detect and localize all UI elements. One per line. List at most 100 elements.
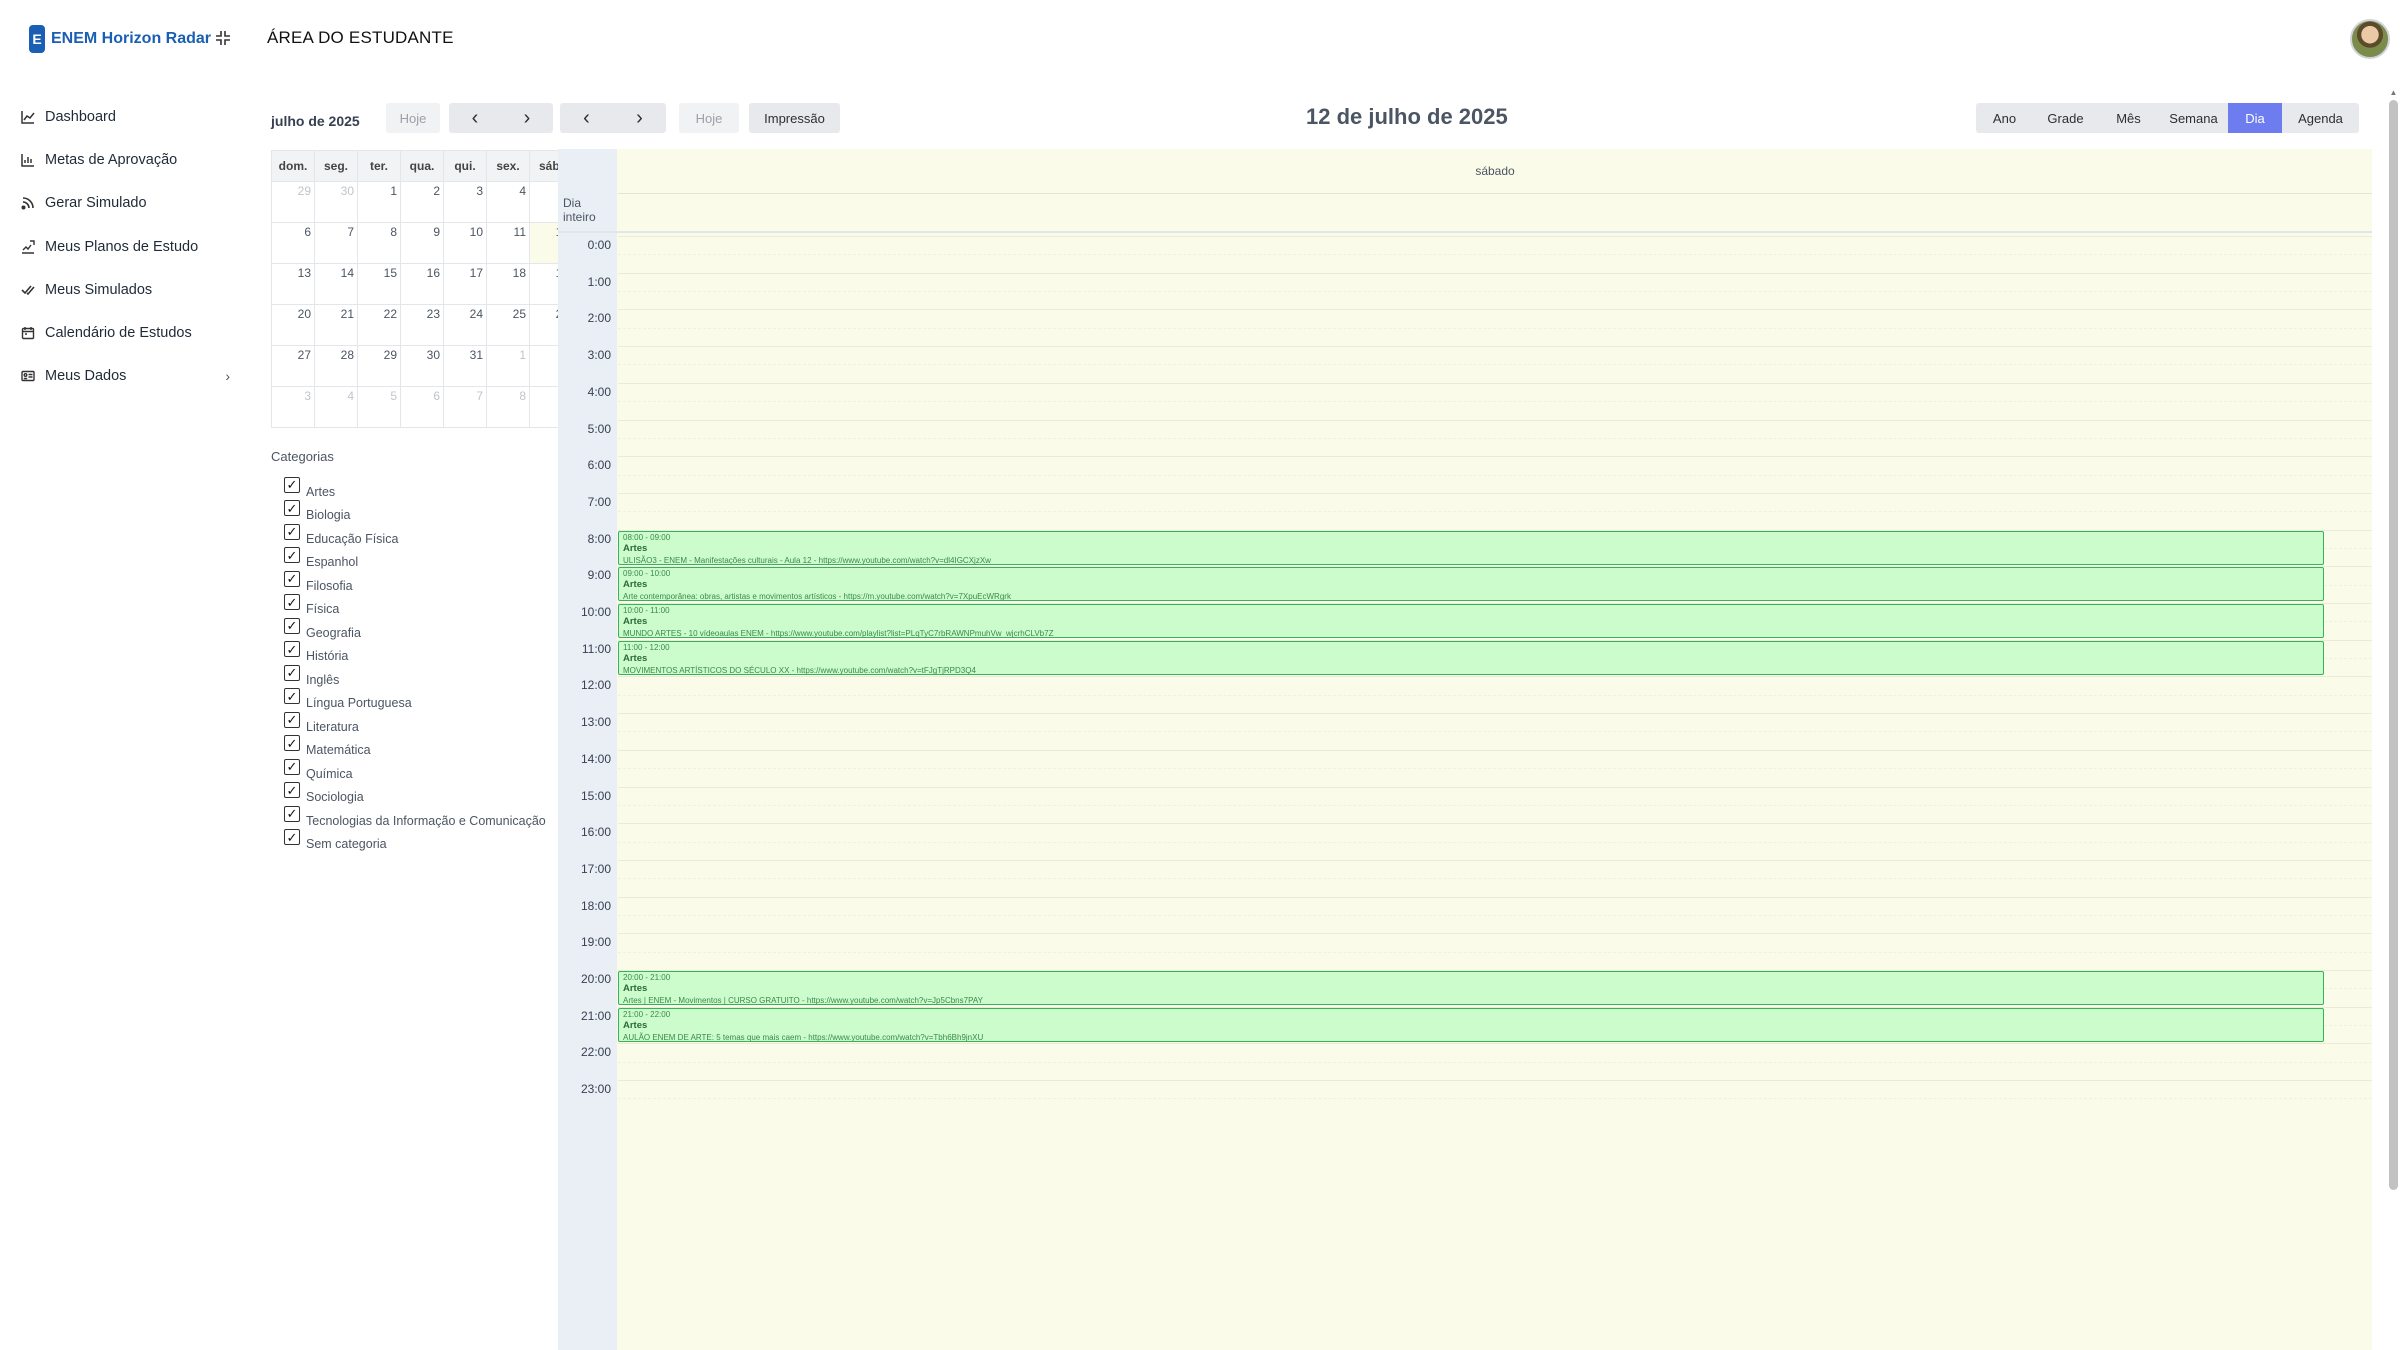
mini-calendar-day[interactable]: 1 xyxy=(486,345,530,387)
mini-calendar-day[interactable]: 5 xyxy=(357,386,401,428)
sidebar-item-calendario-de-estudos[interactable]: Calendário de Estudos xyxy=(20,311,230,354)
checkbox-checked[interactable]: ✓ xyxy=(284,782,300,798)
checkbox-checked[interactable]: ✓ xyxy=(284,664,300,681)
checkbox-checked[interactable]: ✓ xyxy=(284,594,300,610)
mini-calendar-day[interactable]: 15 xyxy=(357,263,401,305)
category-filter[interactable]: ✓ Inglês xyxy=(284,663,546,687)
calendar-event[interactable]: 08:00 - 09:00 Artes ULISÃO3 - ENEM - Manif… xyxy=(618,530,2324,565)
sidebar-item-dashboard[interactable]: Dashboard xyxy=(20,95,230,138)
print-button[interactable]: Impressão xyxy=(749,103,840,133)
mini-calendar-day[interactable]: 23 xyxy=(400,304,444,346)
mini-calendar-day[interactable]: 6 xyxy=(271,222,315,264)
sidebar-item-meus-simulados[interactable]: Meus Simulados xyxy=(20,268,230,311)
checkbox-checked[interactable]: ✓ xyxy=(284,641,300,657)
mini-calendar-day[interactable]: 8 xyxy=(486,386,530,428)
mini-calendar-day[interactable]: 27 xyxy=(271,345,315,387)
mini-calendar-day[interactable]: 25 xyxy=(486,304,530,346)
checkbox-checked[interactable]: ✓ xyxy=(284,688,300,704)
checkbox-checked[interactable]: ✓ xyxy=(284,570,300,587)
mini-calendar-day[interactable]: 30 xyxy=(314,181,358,223)
calendar-event[interactable]: 20:00 - 21:00 Artes Artes | ENEM - Movimen… xyxy=(618,971,2324,1005)
mini-calendar-day[interactable]: 22 xyxy=(357,304,401,346)
mini-calendar-day[interactable]: 4 xyxy=(486,181,530,223)
mini-calendar-day[interactable]: 29 xyxy=(271,181,315,223)
checkbox-checked[interactable]: ✓ xyxy=(284,735,300,751)
mini-calendar-day[interactable]: 9 xyxy=(400,222,444,264)
mini-calendar-day[interactable]: 31 xyxy=(443,345,487,387)
mini-calendar-day[interactable]: 10 xyxy=(443,222,487,264)
mini-calendar-day[interactable]: 8 xyxy=(357,222,401,264)
mini-calendar-day[interactable]: 20 xyxy=(271,304,315,346)
calendar-event[interactable]: 11:00 - 12:00 Artes MOVIMENTOS ARTÍSTICOS … xyxy=(618,640,2324,675)
mini-calendar-day[interactable]: 2 xyxy=(400,181,444,223)
category-filter[interactable]: ✓ Literatura xyxy=(284,710,546,734)
view-ano-button[interactable]: Ano xyxy=(1976,103,2033,133)
view-semana-button[interactable]: Semana xyxy=(2159,103,2228,133)
category-filter[interactable]: ✓ Espanhol xyxy=(284,546,546,569)
category-filter[interactable]: ✓ Biologia xyxy=(284,499,546,522)
category-filter[interactable]: ✓ Matemática xyxy=(284,734,546,757)
category-filter[interactable]: ✓ Educação Física xyxy=(284,522,546,546)
category-filter[interactable]: ✓ Filosofia xyxy=(284,569,546,593)
mini-calendar-day[interactable]: 3 xyxy=(271,386,315,428)
calendar-event[interactable]: 09:00 - 10:00 Artes Arte contemporânea: ob… xyxy=(618,567,2324,602)
half-hour-line xyxy=(618,914,2372,916)
category-filter[interactable]: ✓ Tecnologias da Informação e Comunicação xyxy=(284,804,546,828)
category-filter[interactable]: ✓ Artes xyxy=(284,475,546,499)
mini-calendar-day[interactable]: 16 xyxy=(400,263,444,305)
mini-calendar-day[interactable]: 6 xyxy=(400,386,444,428)
today-button[interactable]: Hoje xyxy=(386,103,440,133)
mini-calendar-day[interactable]: 24 xyxy=(443,304,487,346)
checkbox-checked[interactable]: ✓ xyxy=(284,547,300,563)
view-grade-button[interactable]: Grade xyxy=(2033,103,2098,133)
sidebar-item-metas-de-aprovacao[interactable]: Metas de Aprovação xyxy=(20,138,230,181)
checkbox-checked[interactable]: ✓ xyxy=(284,500,300,516)
category-filter[interactable]: ✓ Geografia xyxy=(284,616,546,640)
view-mes-button[interactable]: Mês xyxy=(2098,103,2159,133)
checkbox-checked[interactable]: ✓ xyxy=(284,805,300,822)
scrollbar[interactable] xyxy=(2389,100,2398,1190)
next-period-button[interactable]: › xyxy=(613,103,666,133)
mini-calendar-day[interactable]: 11 xyxy=(486,222,530,264)
today-button-secondary[interactable]: Hoje xyxy=(679,103,739,133)
category-filter[interactable]: ✓ Sociologia xyxy=(284,781,546,804)
category-filter[interactable]: ✓ Física xyxy=(284,593,546,616)
mini-calendar-day[interactable]: 7 xyxy=(443,386,487,428)
sidebar-item-gerar-simulado[interactable]: Gerar Simulado xyxy=(20,182,230,225)
mini-calendar-day[interactable]: 21 xyxy=(314,304,358,346)
sidebar-item-meus-planos-de-estudo[interactable]: Meus Planos de Estudo xyxy=(20,225,230,268)
checkbox-checked[interactable]: ✓ xyxy=(284,711,300,728)
checkbox-checked[interactable]: ✓ xyxy=(284,617,300,634)
mini-calendar-day[interactable]: 18 xyxy=(486,263,530,305)
mini-calendar-day[interactable]: 29 xyxy=(357,345,401,387)
checkbox-checked[interactable]: ✓ xyxy=(284,476,300,493)
calendar-event[interactable]: 21:00 - 22:00 Artes AULÃO ENEM DE ARTE: 5 … xyxy=(618,1007,2324,1042)
calendar-event[interactable]: 10:00 - 11:00 Artes MUNDO ARTES - 10 vídeo… xyxy=(618,604,2324,638)
category-filter[interactable]: ✓ História xyxy=(284,640,546,663)
mini-calendar-day[interactable]: 28 xyxy=(314,345,358,387)
avatar[interactable] xyxy=(2350,19,2390,59)
brand[interactable]: E ENEM Horizon Radar xyxy=(29,25,211,53)
prev-period-button[interactable]: ‹ xyxy=(560,103,613,133)
mini-calendar-day[interactable]: 17 xyxy=(443,263,487,305)
prev-button[interactable]: ‹ xyxy=(449,103,501,133)
mini-calendar-day[interactable]: 13 xyxy=(271,263,315,305)
view-dia-button[interactable]: Dia xyxy=(2228,103,2282,133)
mini-calendar-day[interactable]: 7 xyxy=(314,222,358,264)
checkbox-checked[interactable]: ✓ xyxy=(284,523,300,540)
mini-calendar-day[interactable]: 4 xyxy=(314,386,358,428)
collapse-sidebar-icon[interactable] xyxy=(212,27,234,49)
checkbox-checked[interactable]: ✓ xyxy=(284,829,300,845)
category-filter[interactable]: ✓ Sem categoria xyxy=(284,828,546,851)
sidebar-item-meus-dados[interactable]: Meus Dados › xyxy=(20,355,230,398)
mini-calendar-day[interactable]: 14 xyxy=(314,263,358,305)
mini-calendar-day[interactable]: 3 xyxy=(443,181,487,223)
mini-calendar-day[interactable]: 30 xyxy=(400,345,444,387)
next-button[interactable]: › xyxy=(501,103,553,133)
scroll-up-arrow-icon[interactable]: ▲ xyxy=(2389,88,2398,97)
view-agenda-button[interactable]: Agenda xyxy=(2282,103,2359,133)
checkbox-checked[interactable]: ✓ xyxy=(284,758,300,775)
category-filter[interactable]: ✓ Língua Portuguesa xyxy=(284,687,546,710)
mini-calendar-day[interactable]: 1 xyxy=(357,181,401,223)
category-filter[interactable]: ✓ Química xyxy=(284,757,546,781)
